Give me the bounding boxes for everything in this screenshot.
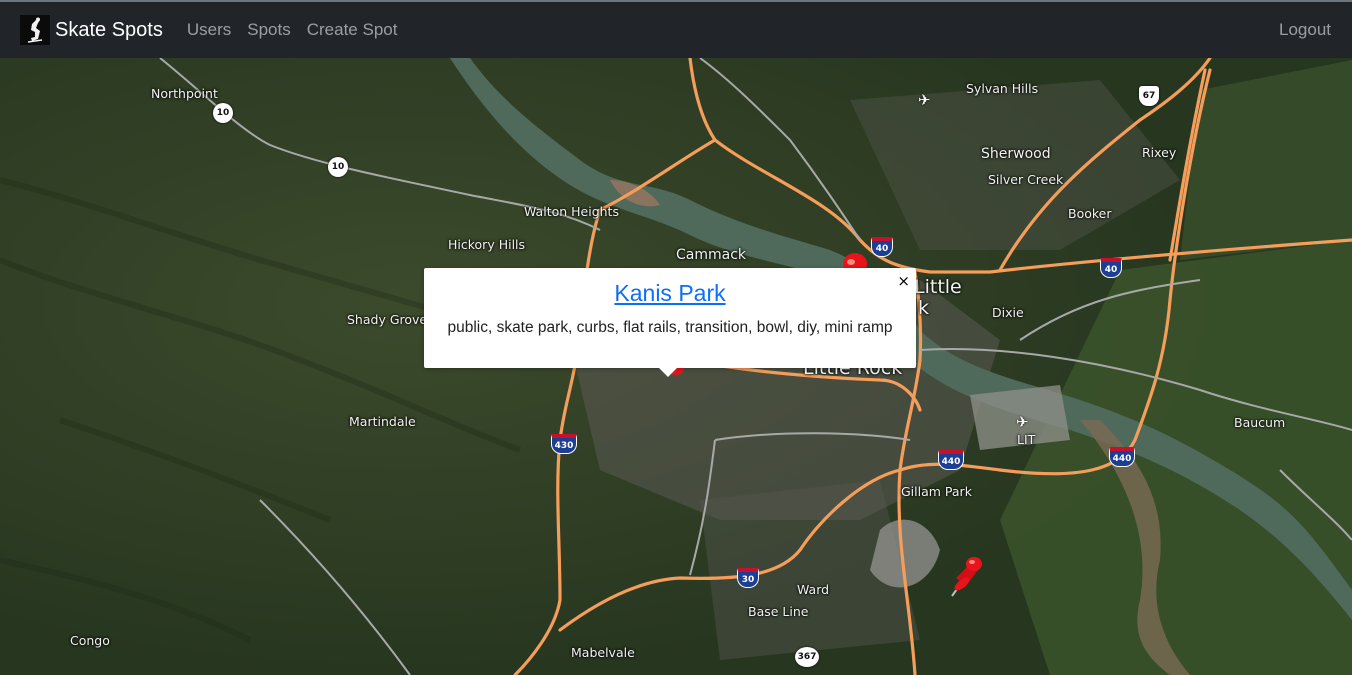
hwy-10-shield-2: 10 — [328, 157, 348, 177]
i430-shield: 430 — [551, 434, 577, 454]
brand[interactable]: Skate Spots — [20, 15, 163, 45]
label-congo: Congo — [70, 633, 110, 648]
label-lit: LIT — [1017, 432, 1036, 447]
label-rixey: Rixey — [1142, 145, 1177, 160]
label-northpoint: Northpoint — [151, 86, 218, 101]
label-ward: Ward — [797, 582, 830, 597]
us67-shield: 67 — [1139, 86, 1159, 106]
i440-shield-2: 440 — [1109, 447, 1135, 467]
label-mabelvale: Mabelvale — [571, 645, 635, 660]
top-navbar: Skate Spots Users Spots Create Spot Logo… — [0, 0, 1352, 58]
nav-create-spot[interactable]: Create Spot — [307, 20, 398, 40]
label-cammack: Cammack — [676, 247, 747, 263]
label-baucum: Baucum — [1234, 415, 1286, 430]
nav-right: Logout — [1279, 20, 1331, 40]
label-little-rock-north-2: k — [918, 297, 930, 319]
airport-icon-north: ✈ — [918, 92, 931, 109]
label-martindale: Martindale — [349, 414, 416, 429]
label-hickory-hills: Hickory Hills — [448, 237, 526, 252]
hwy-10-shield: 10 — [213, 103, 233, 123]
spot-description: public, skate park, curbs, flat rails, t… — [447, 319, 893, 336]
logout-link[interactable]: Logout — [1279, 20, 1331, 39]
nav-links: Users Spots Create Spot — [179, 20, 406, 40]
i40-shield-2: 40 — [1100, 258, 1122, 278]
hwy-367-shield: 367 — [795, 647, 819, 667]
label-sherwood: Sherwood — [981, 146, 1051, 162]
label-shady-grove: Shady Grove — [347, 312, 428, 327]
nav-spots[interactable]: Spots — [247, 20, 290, 40]
label-walton-heights: Walton Heights — [524, 204, 619, 219]
i30-shield: 30 — [737, 568, 759, 588]
nav-users[interactable]: Users — [187, 20, 231, 40]
brand-title: Skate Spots — [55, 18, 163, 41]
i40-shield: 40 — [871, 237, 893, 257]
label-base-line: Base Line — [748, 604, 809, 619]
label-sylvan-hills: Sylvan Hills — [966, 81, 1039, 96]
spot-title-link[interactable]: Kanis Park — [614, 280, 725, 307]
map-pin-icon-2[interactable] — [942, 552, 986, 608]
airport-icon-lit: ✈ — [1016, 414, 1029, 431]
label-silver-creek: Silver Creek — [988, 172, 1064, 187]
spot-popup: × Kanis Park public, skate park, curbs, … — [424, 268, 916, 377]
i440-shield: 440 — [938, 450, 964, 470]
label-dixie: Dixie — [992, 305, 1024, 320]
skater-logo-icon — [20, 15, 50, 45]
close-icon[interactable]: × — [897, 272, 910, 290]
label-little-rock-north: Little — [914, 276, 962, 298]
label-gillam-park: Gillam Park — [901, 484, 972, 499]
label-booker: Booker — [1068, 206, 1112, 221]
